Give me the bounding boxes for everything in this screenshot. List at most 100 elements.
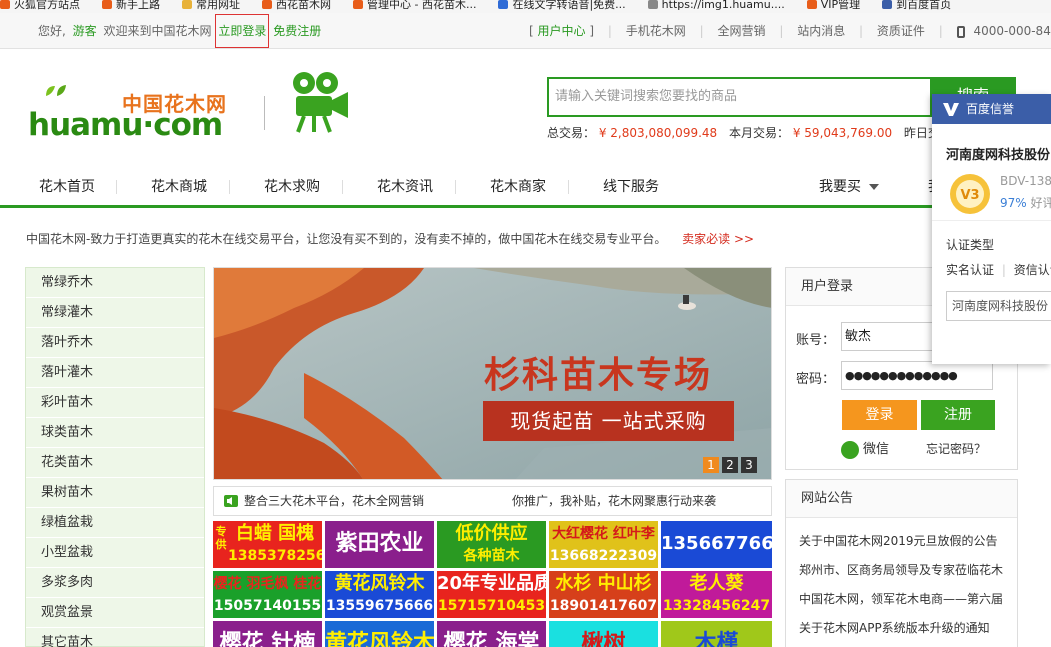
ad-tile[interactable]: 樱花 羽毛枫 桂花 15057140155 (213, 571, 322, 618)
category-item[interactable]: 果树苗木 (26, 478, 204, 508)
ad-phone: 13559675666 (325, 598, 434, 614)
baidu-credit-popup[interactable]: 百度信誉 河南度网科技股份 V3 BDV-1386 97% 好评 认证类型 实名… (932, 94, 1051, 364)
nav-home[interactable]: 花木首页 (26, 166, 108, 208)
notice-right[interactable]: 你推广，我补贴，花木网聚惠行动来袭 (512, 487, 716, 515)
category-item[interactable]: 花类苗木 (26, 448, 204, 478)
ad-tile[interactable]: 专供白蜡 国槐 13853782567 (213, 521, 322, 568)
popup-divider (932, 220, 1051, 221)
nav-wanted[interactable]: 花木求购 (251, 166, 333, 208)
bookmark-label: 在线文字转语音|免费... (512, 0, 626, 11)
bookmark-item[interactable]: VIP管理 (806, 0, 861, 11)
ad-tile[interactable]: 木槿 (661, 621, 772, 647)
wechat-login[interactable]: 微信 (841, 438, 889, 459)
certificates-link[interactable]: 资质证件 (877, 24, 925, 38)
category-item[interactable]: 绿植盆栽 (26, 508, 204, 538)
bookmark-icon (0, 0, 10, 9)
wechat-label: 微信 (863, 442, 890, 457)
v-badge-icon (943, 103, 959, 116)
announcement-item[interactable]: 关于花木网APP系统版本升级的通知 (799, 619, 1009, 636)
category-item[interactable]: 球类苗木 (26, 418, 204, 448)
phone-icon (956, 25, 965, 38)
bookmark-item[interactable]: 常用网址 (182, 0, 240, 10)
category-item[interactable]: 落叶乔木 (26, 328, 204, 358)
user-center-link[interactable]: 用户中心 (538, 24, 586, 38)
bookmark-item[interactable]: 在线文字转语音|免费... (498, 0, 626, 11)
search-input[interactable]: 请输入关键词搜索您要找的商品 (547, 77, 930, 117)
slogan-text: 中国花木网-致力于打造更真实的花木在线交易平台，让您没有买不到的，没有卖不掉的，… (26, 232, 667, 246)
announcement-item[interactable]: 中国花木网，领军花木电商——第六届 (799, 590, 1009, 607)
marketing-link[interactable]: 全网营销 (717, 24, 765, 38)
ad-tile[interactable]: 樱花 海棠 (437, 621, 546, 647)
login-link[interactable]: 立即登录 (215, 14, 270, 48)
ad-tile[interactable]: 低价供应 各种苗木 (437, 521, 546, 568)
hero-banner[interactable]: 杉科苗木专场 现货起苗 一站式采购 123 (213, 267, 772, 480)
register-link[interactable]: 免费注册 (273, 24, 321, 38)
register-button[interactable]: 注册 (921, 400, 995, 430)
bookmark-label: VIP管理 (820, 0, 861, 11)
ad-tile[interactable]: 楸树 (549, 621, 658, 647)
banner-page-2[interactable]: 2 (722, 457, 738, 473)
category-item[interactable]: 彩叶苗木 (26, 388, 204, 418)
category-item[interactable]: 其它苗木 (26, 628, 204, 647)
popup-cert-real-name: 实名认证 (946, 263, 995, 277)
ad-title: 20年专业品质 (437, 573, 546, 594)
seller-must-read-link[interactable]: 卖家必读 >> (682, 232, 754, 246)
category-item[interactable]: 落叶灌木 (26, 358, 204, 388)
nav-divider (455, 180, 456, 194)
bookmark-item[interactable]: 管理中心 - 西花苗木... (353, 0, 477, 11)
popup-cert-values: 实名认证 | 资信认证 (946, 261, 1051, 278)
category-item[interactable]: 小型盆栽 (26, 538, 204, 568)
login-button[interactable]: 登录 (842, 400, 917, 430)
ad-tile[interactable]: 樱花 针楠 (213, 621, 322, 647)
banner-page-3[interactable]: 3 (741, 457, 757, 473)
forgot-password-link[interactable]: 忘记密码？ (926, 440, 986, 457)
logo-en[interactable]: huamu·com (28, 107, 223, 143)
bookmark-icon (647, 0, 658, 9)
mobile-site-link[interactable]: 手机花木网 (626, 24, 686, 38)
nav-merchants[interactable]: 花木商家 (477, 166, 559, 208)
nav-i-want-buy[interactable]: 我要买 (804, 166, 894, 208)
bookmark-item[interactable]: https://img1.huamu.... (647, 0, 785, 10)
month-trade-value: ¥ 59,043,769.00 (792, 126, 893, 140)
divider: | (938, 24, 943, 38)
user-center-bracket-r: ] (589, 24, 595, 38)
popup-company-box[interactable]: 河南度网科技股份 (946, 291, 1051, 321)
ad-title: 水杉 中山杉 (555, 573, 652, 594)
bookmark-item[interactable]: 到百度首页 (882, 0, 951, 10)
guest-link[interactable]: 游客 (73, 24, 97, 38)
ad-tile[interactable]: 水杉 中山杉 18901417607 (549, 571, 658, 618)
nav-offline[interactable]: 线下服务 (590, 166, 672, 208)
ad-tile[interactable]: 黄花风铃木 (325, 621, 434, 647)
banner-page-1[interactable]: 1 (703, 457, 719, 473)
ad-tile[interactable]: 20年专业品质 15715710453 (437, 571, 546, 618)
bookmark-item[interactable]: 西花苗木网 (262, 0, 331, 10)
ad-tile[interactable]: 老人葵 13328456247 (661, 571, 772, 618)
chevron-down-icon (869, 184, 879, 190)
messages-link[interactable]: 站内消息 (797, 24, 845, 38)
popup-company: 河南度网科技股份 (946, 148, 1051, 163)
category-item[interactable]: 常绿乔木 (26, 268, 204, 298)
password-input[interactable]: ●●●●●●●●●●●●● (841, 361, 993, 390)
nav-mall[interactable]: 花木商城 (138, 166, 220, 208)
bookmark-label: 管理中心 - 西花苗木... (367, 0, 477, 11)
phone-number: 4000-000-844 (973, 24, 1051, 38)
popup-cert-type: 认证类型 (946, 238, 995, 252)
category-item[interactable]: 多浆多肉 (26, 568, 204, 598)
announcement-item[interactable]: 关于中国花木网2019元旦放假的公告 (799, 532, 1009, 549)
nav-divider (568, 180, 569, 194)
category-item[interactable]: 常绿灌木 (26, 298, 204, 328)
ad-tile[interactable]: 大红樱花 红叶李 13668222309 (549, 521, 658, 568)
announcements-panel: 网站公告 关于中国花木网2019元旦放假的公告 郑州市、区商务局领导及专家莅临花… (785, 479, 1018, 647)
ad-tile[interactable]: 13566776665 (661, 521, 772, 568)
nav-news[interactable]: 花木资讯 (364, 166, 446, 208)
total-trade-label: 总交易： (547, 126, 596, 140)
notice-left[interactable]: 整合三大花木平台，花木全网营销 (244, 487, 424, 515)
category-item[interactable]: 观赏盆景 (26, 598, 204, 628)
ad-phone: 18901417607 (549, 598, 658, 614)
ad-tile[interactable]: 紫田农业 (325, 521, 434, 568)
ad-tile[interactable]: 黄花风铃木 13559675666 (325, 571, 434, 618)
bookmark-item[interactable]: 火狐官方站点 (0, 0, 80, 10)
popup-rating-text: 好评 (1030, 196, 1051, 210)
bookmark-item[interactable]: 新手上路 (102, 0, 160, 10)
announcement-item[interactable]: 郑州市、区商务局领导及专家莅临花木 (799, 561, 1009, 578)
